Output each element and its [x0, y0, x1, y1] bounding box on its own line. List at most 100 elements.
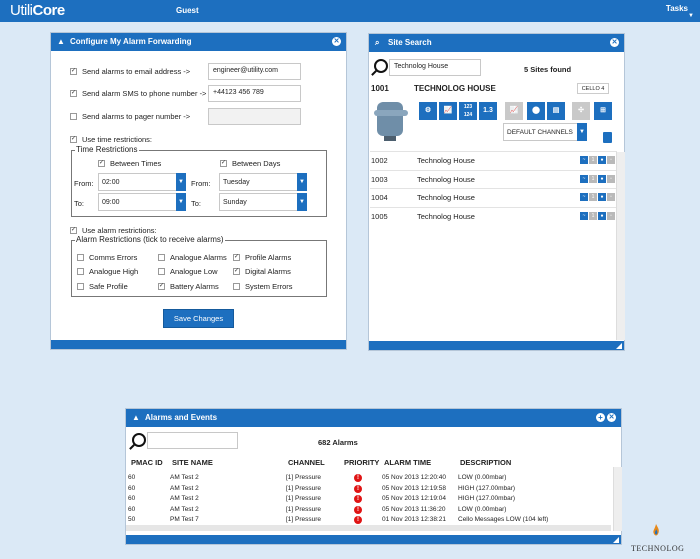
alarm-restrictions-option: ✓ Use alarm restrictions: — [70, 226, 157, 235]
readings-icon[interactable]: 123 124 — [459, 102, 477, 120]
alarm-cell-site: AM Test 2 — [170, 474, 199, 481]
alarm-cell-time: 01 Nov 2013 12:38:21 — [382, 516, 446, 523]
alarm-type-checkbox[interactable]: ✓ — [233, 268, 240, 275]
alarm-type-checkbox[interactable]: ✓ — [158, 283, 165, 290]
panel-footer — [369, 341, 624, 350]
time-restrictions-checkbox[interactable]: ✓ — [70, 136, 77, 143]
alarm-type-checkbox[interactable] — [233, 283, 240, 290]
save-changes-button[interactable]: Save Changes — [163, 309, 234, 328]
grid-icon[interactable]: ▫ — [607, 156, 615, 164]
top-bar: UtiliCore Guest Tasks ▼ — [0, 0, 700, 22]
results-count: 5 Sites found — [524, 65, 572, 74]
selected-site-id: 1001 — [371, 84, 389, 93]
between-times-checkbox[interactable]: ✓ — [98, 160, 105, 167]
map-pin-icon[interactable]: ● — [598, 174, 606, 183]
time-to-select[interactable]: 09:00 ▼ — [98, 193, 186, 211]
alarm-row[interactable]: 60 AM Test 2 [1] Pressure 05 Nov 2013 12:19… — [126, 484, 606, 494]
grid-icon[interactable]: ▫ — [607, 211, 615, 220]
panel-title: Configure My Alarm Forwarding — [70, 37, 192, 46]
alarm-type-checkbox[interactable] — [77, 268, 84, 275]
col-channel: CHANNEL — [288, 458, 325, 467]
scrollbar[interactable] — [613, 467, 622, 531]
sms-checkbox[interactable]: ✓ — [70, 90, 77, 97]
graph-icon[interactable]: ~ — [580, 193, 588, 201]
alarm-cell-channel: [1] Pressure — [286, 474, 322, 481]
graph-icon[interactable]: 📈 — [439, 102, 457, 120]
site-id: 1005 — [371, 211, 388, 221]
graph-icon[interactable]: ~ — [580, 174, 588, 183]
day-from-select[interactable]: Tuesday ▼ — [219, 173, 307, 191]
documents-icon[interactable]: ▤ — [547, 102, 565, 120]
trash-icon[interactable] — [603, 132, 612, 143]
map-pin-icon[interactable]: ● — [598, 193, 606, 201]
alarm-cell-site: PM Test 7 — [170, 516, 199, 523]
site-list-item[interactable]: 1002 Technolog House ~1 ● ▫ — [370, 151, 617, 169]
map-pin-icon[interactable]: ● — [598, 156, 606, 164]
channels-select[interactable]: DEFAULT CHANNELS ▼ — [503, 123, 587, 141]
alarm-cell-time: 05 Nov 2013 12:19:58 — [382, 484, 446, 492]
between-days-checkbox[interactable]: ✓ — [220, 160, 227, 167]
alarm-type-checkbox[interactable]: ✓ — [233, 254, 240, 261]
alarm-table: PMAC ID SITE NAME CHANNEL PRIORITY ALARM… — [126, 409, 623, 539]
values-icon[interactable]: 1 — [589, 193, 597, 201]
site-search-header: ⌕ Site Search ✕ — [369, 34, 624, 52]
alarm-row[interactable]: 50 PM Test 7 [1] Pressure 01 Nov 2013 12:38… — [126, 515, 606, 525]
values-icon[interactable]: 1 — [589, 174, 597, 183]
graph-icon[interactable]: ~ — [580, 156, 588, 164]
site-name: Technolog House — [417, 211, 475, 221]
site-id: 1003 — [371, 174, 388, 184]
alarm-row[interactable]: 60 AM Test 2 [1] Pressure 05 Nov 2013 12:19… — [126, 494, 606, 504]
alarm-row[interactable]: 60 AM Test 2 [1] Pressure 05 Nov 2013 11:36… — [126, 505, 606, 515]
alarm-cell-channel: [1] Pressure — [286, 505, 322, 513]
site-list-item[interactable]: 1003 Technolog House ~1 ● ▫ — [370, 169, 617, 188]
network-icon: ✣ — [572, 102, 590, 120]
email-checkbox[interactable]: ✓ — [70, 68, 77, 75]
priority-alert-icon: ! — [354, 495, 362, 503]
settings-icon[interactable]: ⚙ — [419, 102, 437, 120]
alarm-type-checkbox[interactable] — [158, 268, 165, 275]
alarm-cell-desc: Cello Messages LOW (104 left) — [458, 516, 549, 523]
alarms-panel: ▲ Alarms and Events + ✕ 682 Alarms PMAC I… — [125, 408, 622, 545]
map-pin-icon[interactable]: ⬤ — [527, 102, 545, 120]
values-icon[interactable]: 1.3 — [479, 102, 497, 120]
site-name: Technolog House — [417, 156, 475, 165]
alarm-cell-time: 05 Nov 2013 11:36:20 — [382, 505, 446, 513]
sms-field[interactable]: +44123 456 789 — [208, 85, 301, 102]
alarm-cell-id: 50 — [128, 516, 136, 523]
close-icon[interactable]: ✕ — [610, 38, 619, 47]
grid-icon[interactable]: ⊞ — [594, 102, 612, 120]
grid-icon[interactable]: ▫ — [607, 193, 615, 201]
values-icon[interactable]: 1 — [589, 211, 597, 220]
site-list-item[interactable]: 1005 Technolog House ~1 ● ▫ — [370, 206, 617, 225]
day-to-select[interactable]: Sunday ▼ — [219, 193, 307, 211]
alarm-restrictions-checkbox[interactable]: ✓ — [70, 227, 77, 234]
pager-field[interactable] — [208, 108, 301, 125]
chevron-down-icon: ▼ — [688, 13, 694, 19]
scrollbar[interactable] — [616, 152, 625, 340]
resize-grip[interactable] — [613, 537, 619, 543]
values-icon[interactable]: 1 — [589, 156, 597, 164]
day-to-label: To: — [191, 199, 202, 208]
alarm-type-checkbox[interactable] — [77, 254, 84, 261]
graph-icon[interactable]: ~ — [580, 211, 588, 220]
col-priority: PRIORITY — [344, 458, 380, 467]
alarm-type-checkbox[interactable] — [158, 254, 165, 261]
site-search-input[interactable]: Technolog House — [389, 59, 481, 76]
site-search-panel: ⌕ Site Search ✕ Technolog House 5 Sites f… — [368, 33, 625, 351]
map-pin-icon[interactable]: ● — [598, 211, 606, 220]
resize-grip[interactable] — [616, 343, 622, 349]
alarm-type-label: Digital Alarms — [245, 267, 291, 276]
grid-icon[interactable]: ▫ — [607, 174, 615, 183]
alarm-type-option: ✓ Battery Alarms — [158, 282, 219, 291]
email-field[interactable]: engineer@utility.com — [208, 63, 301, 80]
pager-checkbox[interactable] — [70, 113, 77, 120]
between-days-option: ✓ Between Days — [220, 159, 281, 168]
col-alarm-time: ALARM TIME — [384, 458, 432, 467]
horizontal-scrollbar[interactable] — [126, 525, 611, 531]
time-from-select[interactable]: 02:00 ▼ — [98, 173, 186, 191]
close-icon[interactable]: ✕ — [332, 37, 341, 46]
alarm-row[interactable]: 60 AM Test 2 [1] Pressure 05 Nov 2013 12:20… — [126, 473, 606, 483]
alarm-type-checkbox[interactable] — [77, 283, 84, 290]
site-list-item[interactable]: 1004 Technolog House ~1 ● ▫ — [370, 188, 617, 206]
tasks-menu[interactable]: Tasks ▼ — [666, 4, 694, 19]
